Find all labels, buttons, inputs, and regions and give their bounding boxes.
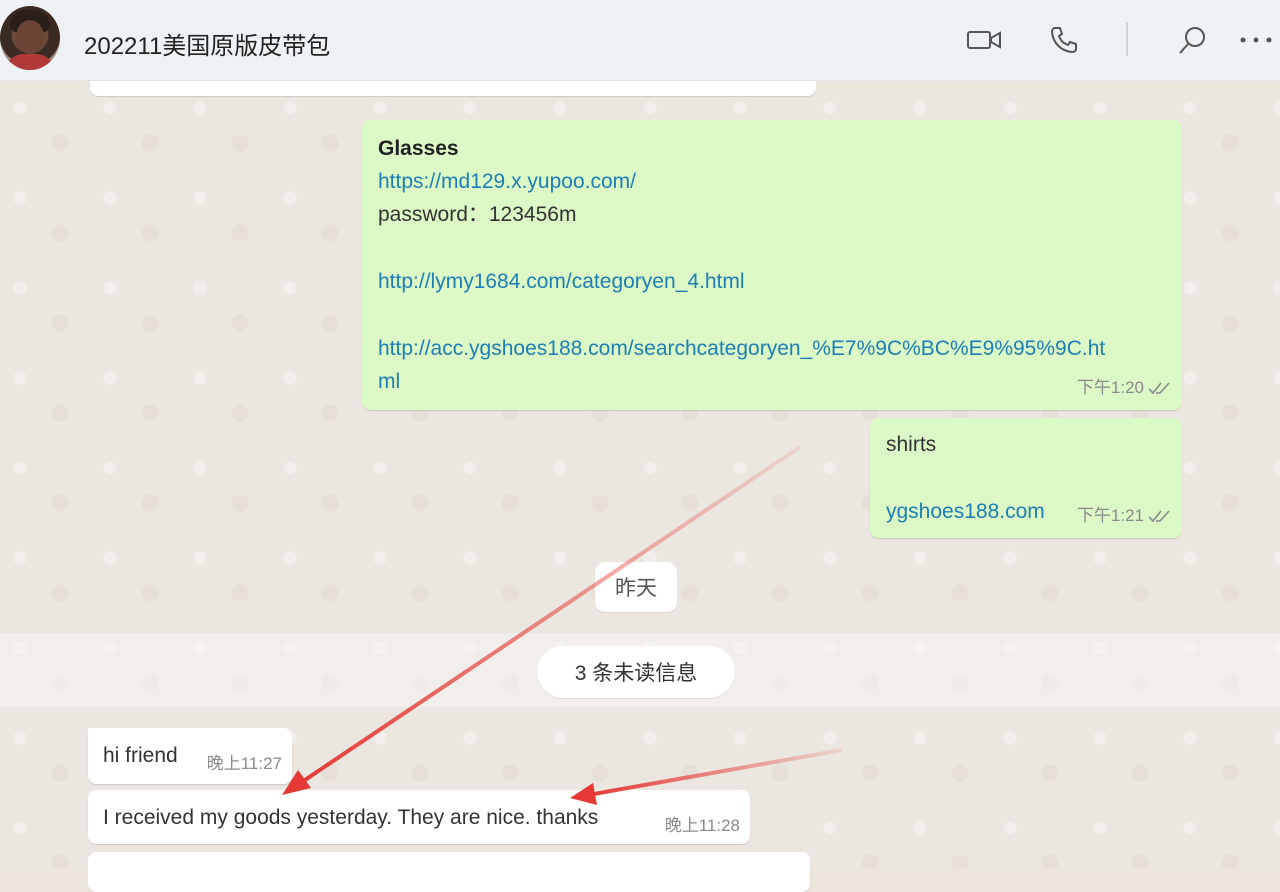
message-time: 晚上11:27 xyxy=(206,754,282,773)
message-text: I received my goods yesterday. They are … xyxy=(103,806,599,829)
double-check-icon xyxy=(1148,381,1170,394)
link-ygshoes-category-cont[interactable]: ml xyxy=(378,365,400,398)
voice-call-icon[interactable] xyxy=(1046,24,1082,56)
message-text: hi friend xyxy=(103,744,178,767)
chat-header: 202211美国原版皮带包 xyxy=(0,0,1280,81)
password-text: password：123456m xyxy=(378,203,577,226)
chat-title[interactable]: 202211美国原版皮带包 xyxy=(84,26,330,61)
link-yupoo[interactable]: https://md129.x.yupoo.com/ xyxy=(378,165,636,198)
next-message-bubble xyxy=(88,852,810,892)
link-ygshoes-category[interactable]: http://acc.ygshoes188.com/searchcategory… xyxy=(378,332,1105,365)
link-ygshoes[interactable]: ygshoes188.com xyxy=(886,495,1045,528)
unread-divider: 3 条未读信息 xyxy=(537,646,735,698)
header-separator xyxy=(1126,22,1128,56)
message-heading: Glasses xyxy=(378,137,459,160)
message-hi-friend[interactable]: hi friend 晚上11:27 xyxy=(88,728,292,784)
search-icon[interactable] xyxy=(1174,24,1210,56)
message-text: shirts xyxy=(886,433,937,456)
double-check-icon xyxy=(1148,509,1170,522)
message-time: 晚上11:28 xyxy=(664,816,740,835)
more-icon[interactable] xyxy=(1236,24,1276,56)
message-time: 下午1:20 xyxy=(1077,371,1170,404)
message-received-goods[interactable]: I received my goods yesterday. They are … xyxy=(88,790,750,844)
date-divider: 昨天 xyxy=(595,562,677,612)
message-time: 下午1:21 xyxy=(1077,499,1170,532)
video-call-icon[interactable] xyxy=(966,24,1002,56)
message-shirts[interactable]: shirts ygshoes188.com 下午1:21 xyxy=(870,418,1182,538)
avatar[interactable] xyxy=(0,6,60,70)
message-glasses[interactable]: Glasses https://md129.x.yupoo.com/ passw… xyxy=(362,120,1182,410)
link-lymy[interactable]: http://lymy1684.com/categoryen_4.html xyxy=(378,265,745,298)
